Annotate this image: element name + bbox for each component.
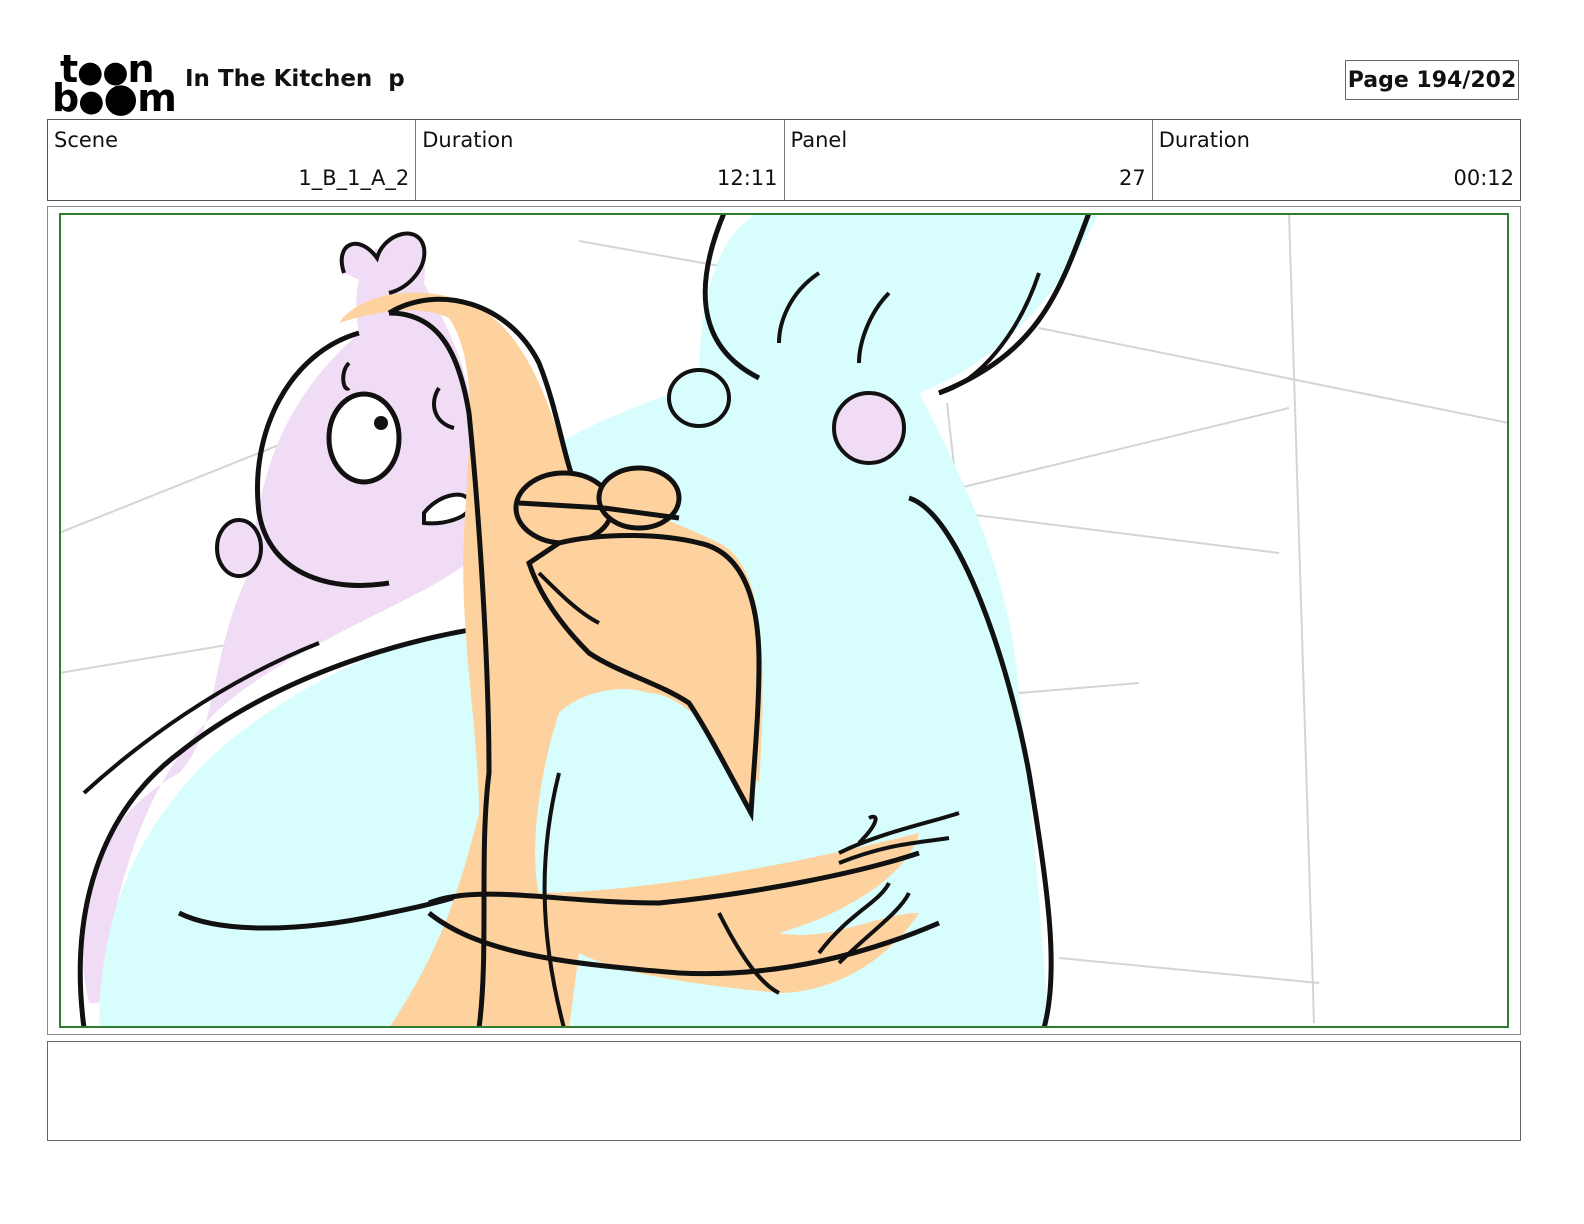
scene-duration-value: 12:11 xyxy=(716,166,778,190)
logo-bottom-line: b●●m xyxy=(52,75,177,121)
panel-notes-box[interactable] xyxy=(47,1041,1521,1141)
panel-duration-label: Duration xyxy=(1158,128,1250,152)
scene-value: 1_B_1_A_2 xyxy=(298,166,410,190)
panel-label: Panel xyxy=(790,128,848,152)
storyboard-sketch xyxy=(59,213,1509,1028)
page-label: Page 194/202 xyxy=(1347,67,1517,93)
scene-label: Scene xyxy=(54,128,119,152)
scene-info-table: Scene 1_B_1_A_2 Duration 12:11 Panel 27 … xyxy=(47,119,1521,201)
page-indicator: Page 194/202 xyxy=(1345,60,1519,100)
panel-duration-cell: Duration 00:12 xyxy=(1153,120,1520,200)
toon-boom-logo: t●●n b●●m xyxy=(52,50,177,118)
panel-cell: Panel 27 xyxy=(785,120,1153,200)
scene-cell: Scene 1_B_1_A_2 xyxy=(48,120,417,200)
project-title: In The Kitchen p xyxy=(185,66,405,92)
panel-duration-value: 00:12 xyxy=(1453,166,1514,190)
scene-duration-label: Duration xyxy=(422,128,514,152)
storyboard-panel-image xyxy=(59,213,1509,1028)
scene-duration-cell: Duration 12:11 xyxy=(416,120,785,200)
panel-value: 27 xyxy=(1119,166,1146,190)
